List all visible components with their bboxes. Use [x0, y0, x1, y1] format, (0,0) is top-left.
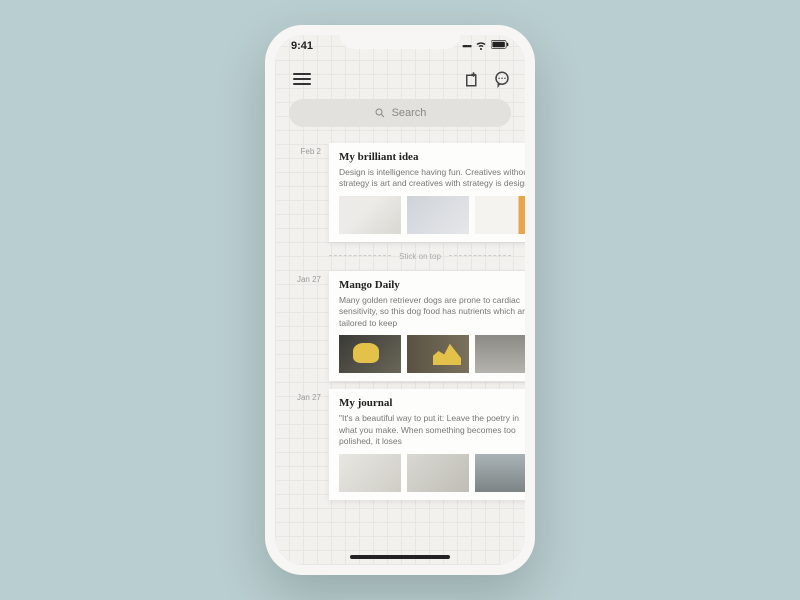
compose-icon[interactable]	[463, 70, 481, 88]
search-placeholder: Search	[392, 107, 427, 119]
entry[interactable]: Jan 27 Mango Daily Many golden retriever…	[275, 265, 525, 383]
chat-icon[interactable]	[493, 70, 511, 88]
top-actions	[463, 70, 511, 88]
thumbnail[interactable]	[475, 335, 525, 373]
entry-thumbnails	[339, 196, 525, 234]
entry-card[interactable]: My journal "It's a beautiful way to put …	[329, 389, 525, 499]
stick-on-top-divider: Stick on top	[329, 252, 511, 261]
entry-body: "It's a beautiful way to put it: Leave t…	[339, 413, 525, 447]
feed[interactable]: Feb 2 My brilliant idea Design is intell…	[275, 137, 525, 565]
status-bar: 9:41 ▪▪▪▪	[265, 37, 535, 55]
entry-body: Design is intelligence having fun. Creat…	[339, 167, 525, 190]
wifi-icon	[475, 39, 487, 54]
thumbnail[interactable]	[407, 454, 469, 492]
entry-title: Mango Daily	[339, 279, 525, 291]
menu-button[interactable]	[289, 69, 315, 89]
thumbnail[interactable]	[339, 335, 401, 373]
entry-date: Jan 27	[289, 389, 321, 499]
home-indicator[interactable]	[350, 555, 450, 559]
thumbnail[interactable]	[475, 454, 525, 492]
entry-date: Jan 27	[289, 271, 321, 381]
entry-date: Feb 2	[289, 143, 321, 242]
divider-label: Stick on top	[399, 252, 441, 261]
signal-icon: ▪▪▪▪	[462, 40, 471, 52]
entry[interactable]: Jan 27 My journal "It's a beautiful way …	[275, 383, 525, 501]
entry-title: My brilliant idea	[339, 151, 525, 163]
search-icon	[374, 107, 386, 119]
entry-card[interactable]: My brilliant idea Design is intelligence…	[329, 143, 525, 242]
thumbnail[interactable]	[339, 454, 401, 492]
entry-thumbnails	[339, 335, 525, 373]
status-indicators: ▪▪▪▪	[462, 39, 509, 54]
topbar	[275, 65, 525, 95]
thumbnail[interactable]	[407, 196, 469, 234]
thumbnail[interactable]	[407, 335, 469, 373]
entry[interactable]: Feb 2 My brilliant idea Design is intell…	[275, 137, 525, 244]
entry-title: My journal	[339, 397, 525, 409]
thumbnail[interactable]	[339, 196, 401, 234]
battery-icon	[491, 40, 509, 52]
screen: Search Feb 2 My brilliant idea Design is…	[275, 35, 525, 565]
entry-thumbnails	[339, 454, 525, 492]
entry-card[interactable]: Mango Daily Many golden retriever dogs a…	[329, 271, 525, 381]
search-bar[interactable]: Search	[289, 99, 511, 127]
thumbnail[interactable]	[475, 196, 525, 234]
entry-body: Many golden retriever dogs are prone to …	[339, 295, 525, 329]
status-time: 9:41	[291, 40, 313, 52]
phone-frame: 9:41 ▪▪▪▪	[265, 25, 535, 575]
